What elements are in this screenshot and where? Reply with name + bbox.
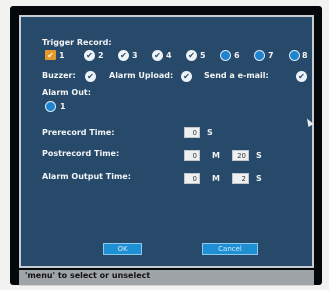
buzzer-checkbox[interactable]: ✔ bbox=[85, 71, 96, 82]
trigger-channel-4-label: 4 bbox=[166, 51, 172, 60]
send-email-label: Send a e-mail: bbox=[204, 71, 269, 80]
trigger-channel-1-checkbox[interactable]: ✔ bbox=[45, 50, 56, 60]
postrecord-time-label: Postrecord Time: bbox=[42, 149, 120, 158]
alarm-output-time-label: Alarm Output Time: bbox=[42, 172, 131, 181]
prerecord-unit: S bbox=[207, 128, 213, 137]
alarm-output-minutes-field[interactable]: 0 bbox=[184, 173, 200, 184]
trigger-channel-3-checkbox[interactable]: ✔ bbox=[118, 50, 129, 61]
trigger-channel-7-checkbox[interactable] bbox=[254, 50, 265, 61]
trigger-channel-4-checkbox[interactable]: ✔ bbox=[152, 50, 163, 61]
trigger-record-label: Trigger Record: bbox=[42, 38, 112, 47]
postrecord-seconds-unit: S bbox=[256, 151, 262, 160]
alarm-out-label: Alarm Out: bbox=[42, 88, 91, 97]
status-bar: 'menu' to select or unselect bbox=[19, 270, 314, 286]
prerecord-time-label: Prerecord Time: bbox=[42, 128, 115, 137]
trigger-channel-7-label: 7 bbox=[268, 51, 274, 60]
postrecord-minutes-unit: M bbox=[212, 151, 220, 160]
trigger-channel-1-label: 1 bbox=[59, 51, 65, 60]
send-email-checkbox[interactable]: ✔ bbox=[296, 71, 307, 82]
status-hint: 'menu' to select or unselect bbox=[25, 271, 151, 280]
trigger-channel-8-label: 8 bbox=[302, 51, 308, 60]
alarm-out-1-checkbox[interactable] bbox=[45, 101, 56, 112]
alarm-output-minutes-unit: M bbox=[212, 174, 220, 183]
alarm-upload-label: Alarm Upload: bbox=[109, 71, 174, 80]
trigger-channel-2-checkbox[interactable]: ✔ bbox=[84, 50, 95, 61]
alarm-output-seconds-field[interactable]: 2 bbox=[232, 173, 249, 184]
alarm-out-1-label: 1 bbox=[60, 102, 66, 111]
trigger-channel-6-label: 6 bbox=[234, 51, 240, 60]
alarm-settings-panel: Trigger Record: ✔ 1 ✔ 2 ✔ 3 ✔ 4 ✔ 5 6 7 … bbox=[19, 15, 314, 268]
trigger-channel-3-label: 3 bbox=[132, 51, 138, 60]
trigger-channel-2-label: 2 bbox=[98, 51, 104, 60]
alarm-upload-checkbox[interactable]: ✔ bbox=[181, 71, 192, 82]
dvr-screen: Trigger Record: ✔ 1 ✔ 2 ✔ 3 ✔ 4 ✔ 5 6 7 … bbox=[10, 6, 322, 286]
trigger-channel-6-checkbox[interactable] bbox=[220, 50, 231, 61]
buzzer-label: Buzzer: bbox=[42, 71, 76, 80]
prerecord-time-field[interactable]: 0 bbox=[184, 127, 200, 138]
trigger-channel-8-checkbox[interactable] bbox=[289, 50, 300, 61]
postrecord-minutes-field[interactable]: 0 bbox=[184, 150, 200, 161]
cancel-button[interactable]: Cancel bbox=[202, 243, 258, 255]
ok-button[interactable]: OK bbox=[103, 243, 142, 255]
trigger-channel-5-label: 5 bbox=[200, 51, 206, 60]
alarm-output-seconds-unit: S bbox=[256, 174, 262, 183]
trigger-channel-5-checkbox[interactable]: ✔ bbox=[186, 50, 197, 61]
postrecord-seconds-field[interactable]: 20 bbox=[232, 150, 249, 161]
